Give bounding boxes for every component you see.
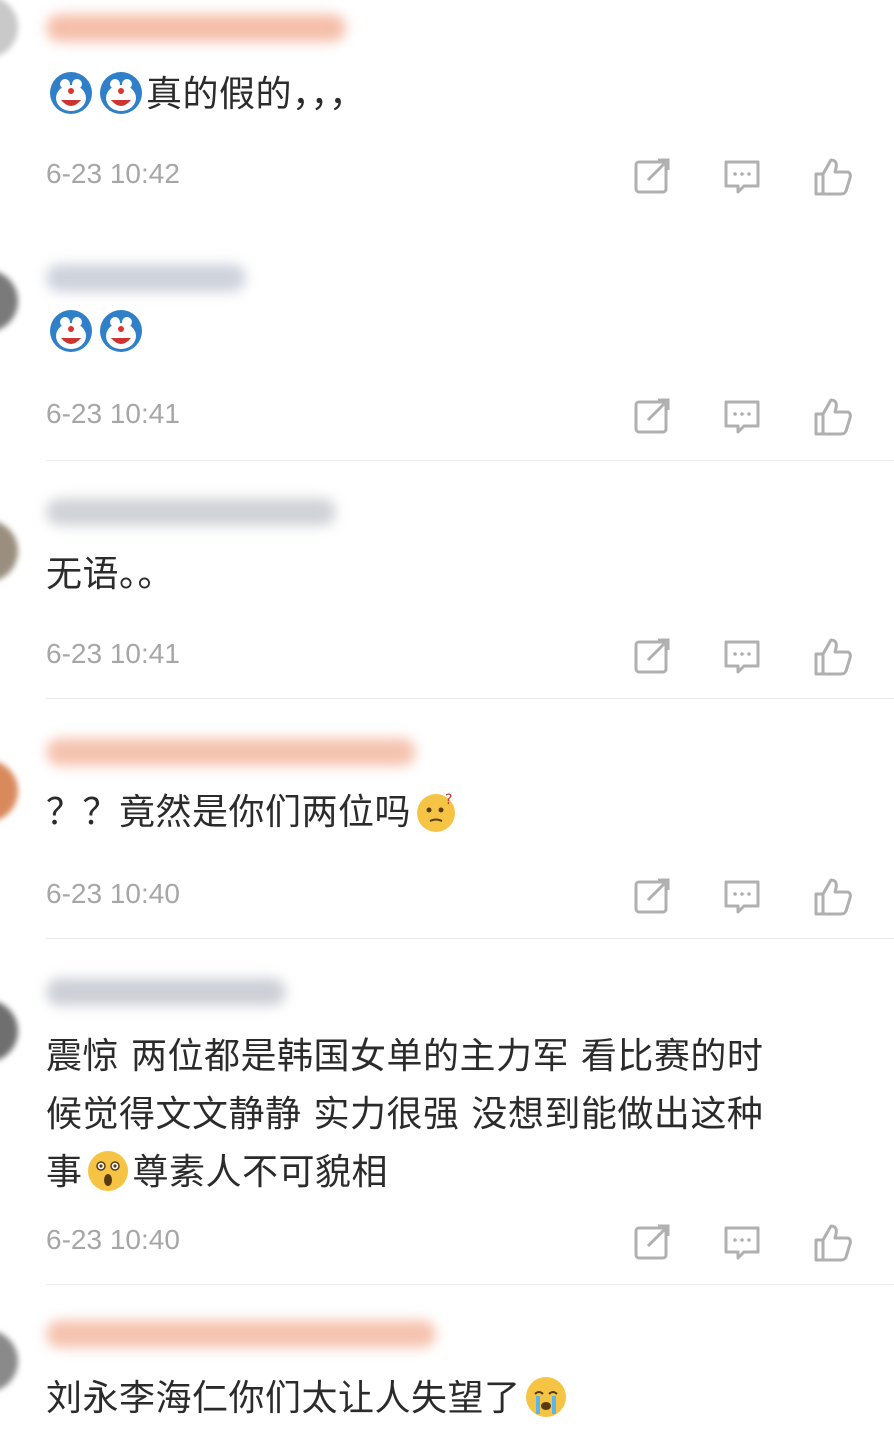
shocked-emoji [87,1151,128,1191]
comment-text-content: 真的假的，，， [146,74,366,115]
comment-time: 6-23 10:41 [46,638,180,669]
username-blurred[interactable] [46,978,286,1006]
share-icon[interactable] [630,154,674,198]
avatar[interactable] [0,760,18,822]
share-icon[interactable] [630,1220,674,1264]
comment-text-content: 刘永李海仁你们太让人失望了 [46,1378,521,1419]
comment-actions [630,394,880,438]
thumbs-up-icon[interactable] [810,634,854,678]
divider [46,698,894,699]
comment-text [46,304,854,362]
username-blurred[interactable] [46,498,336,526]
username-blurred[interactable] [46,738,416,766]
comment-text: 震惊 两位都是韩国女单的主力军 看比赛的时 候觉得文文静静 实力很强 没想到能做… [46,1028,854,1202]
avatar[interactable] [0,0,18,58]
thumbs-up-icon[interactable] [810,1220,854,1264]
doraemon-emoji [50,310,92,352]
thumbs-up-icon[interactable] [810,154,854,198]
comment-time: 6-23 10:42 [46,158,180,189]
doraemon-emoji [100,72,142,114]
comment-actions [630,154,880,198]
comment-text-line: 事 尊素人不可貌相 [46,1144,854,1202]
username-blurred[interactable] [46,264,246,292]
comment-text-content: ？？竟然是你们两位吗 [46,792,412,833]
doraemon-emoji [50,72,92,114]
comment-time: 6-23 10:40 [46,878,180,909]
comment-actions [630,874,880,918]
comment-actions [630,634,880,678]
avatar[interactable] [0,270,18,332]
share-icon[interactable] [630,634,674,678]
comment-text: 刘永李海仁你们太让人失望了 [46,1370,854,1428]
comment-text: 真的假的，，， [46,66,854,124]
thumbs-up-icon[interactable] [810,874,854,918]
comment-text-line: 震惊 两位都是韩国女单的主力军 看比赛的时 [46,1036,764,1077]
thinking-emoji: ? [417,792,456,832]
avatar[interactable] [0,520,18,582]
comment-text: ？？竟然是你们两位吗? [46,784,854,842]
comment-icon[interactable] [720,1220,764,1264]
comment-icon[interactable] [720,154,764,198]
comment-time: 6-23 10:41 [46,398,180,429]
divider [46,460,894,461]
comment-text-line: 候觉得文文静静 实力很强 没想到能做出这种 [46,1094,764,1135]
share-icon[interactable] [630,874,674,918]
thumbs-up-icon[interactable] [810,394,854,438]
comment-icon[interactable] [720,634,764,678]
comment-icon[interactable] [720,874,764,918]
comment-text-segment: 事 [46,1152,83,1193]
divider [46,938,894,939]
comment-text-segment: 尊素人不可貌相 [132,1152,389,1193]
comment-icon[interactable] [720,394,764,438]
doraemon-emoji [100,310,142,352]
comment-text: 无语。。 [46,554,175,595]
avatar[interactable] [0,1000,18,1062]
username-blurred[interactable] [46,1320,436,1348]
crying-emoji [525,1377,566,1417]
comment-actions [630,1220,880,1264]
comment-time: 6-23 10:40 [46,1224,180,1255]
username-blurred[interactable] [46,14,346,42]
share-icon[interactable] [630,394,674,438]
svg-text:?: ? [445,792,453,808]
avatar[interactable] [0,1330,18,1392]
divider [46,1284,894,1285]
